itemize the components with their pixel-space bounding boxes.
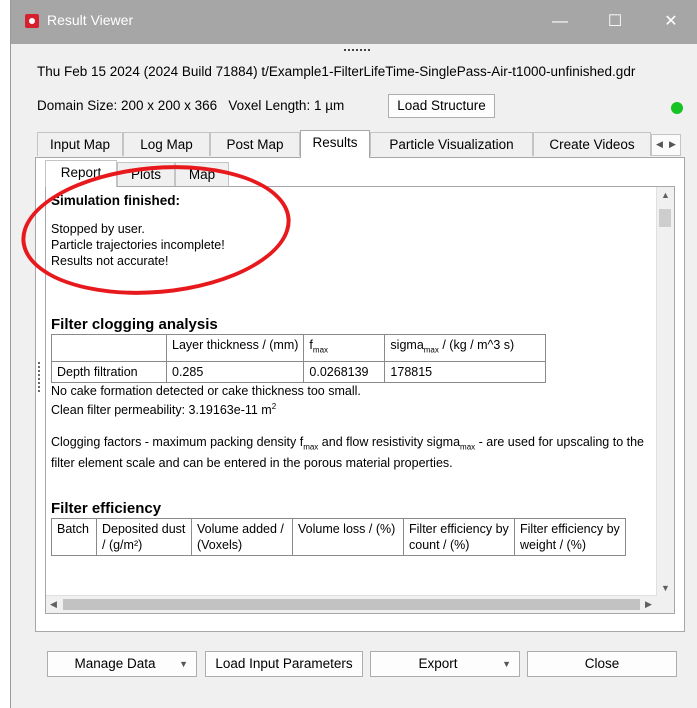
fmax-value: 0.0268139: [303, 360, 386, 383]
efficiency-heading: Filter efficiency: [51, 500, 162, 518]
title-bar: Result Viewer — ☐ ✕: [11, 0, 697, 44]
table-header: Volume added / (Voxels): [191, 518, 293, 557]
horizontal-scroll-thumb[interactable]: [63, 599, 640, 610]
cake-note: No cake formation detected or cake thick…: [51, 383, 361, 398]
table-header-thickness: Layer thickness / (mm): [165, 334, 305, 362]
status-line: Particle trajectories incomplete!: [51, 238, 225, 252]
scroll-right-icon[interactable]: ▶: [645, 599, 652, 610]
subtab-plots[interactable]: Plots: [117, 162, 175, 186]
tab-results[interactable]: Results: [300, 130, 370, 158]
load-structure-button[interactable]: Load Structure: [388, 94, 495, 118]
table-header: Deposited dust / (g/m²): [96, 518, 192, 557]
table-header-sigma: sigmamax / (kg / m^3 s): [384, 334, 547, 362]
domain-size-label: Domain Size: 200 x 200 x 366: [37, 98, 218, 113]
tab-create-videos[interactable]: Create Videos: [533, 132, 651, 156]
report-view[interactable]: Simulation finished: Stopped by user. Pa…: [45, 186, 675, 614]
tab-input-map[interactable]: Input Map: [37, 132, 123, 156]
clogging-factors-note: Clogging factors - maximum packing densi…: [51, 434, 645, 471]
table-header-fmax: fmax: [303, 334, 386, 362]
horizontal-scrollbar[interactable]: ◀ ▶: [46, 595, 657, 613]
scroll-corner: [657, 596, 674, 613]
status-heading: Simulation finished:: [51, 193, 181, 208]
window-title: Result Viewer: [47, 12, 134, 28]
table-header: Batch: [51, 518, 97, 557]
table-header-row: Layer thickness / (mm) fmax sigmamax / (…: [51, 334, 547, 362]
drag-grip[interactable]: [344, 49, 370, 55]
tab-scroll-buttons[interactable]: ◀ ▶: [651, 134, 681, 156]
manage-data-label: Manage Data: [74, 656, 156, 671]
thickness-value: 0.285: [165, 360, 305, 383]
sigma-value: 178815: [384, 360, 547, 383]
table-header: Volume loss / (%): [292, 518, 404, 557]
tab-log-map[interactable]: Log Map: [123, 132, 210, 156]
status-line: Results not accurate!: [51, 254, 169, 268]
chevron-down-icon: ▼: [179, 659, 188, 669]
manage-data-button[interactable]: Manage Data ▼: [47, 651, 197, 677]
tab-scroll-right-icon[interactable]: ▶: [669, 139, 676, 150]
app-icon: [25, 14, 39, 28]
splitter-handle[interactable]: [38, 362, 43, 392]
scroll-left-icon[interactable]: ◀: [50, 599, 57, 610]
close-window-button[interactable]: ✕: [648, 0, 694, 44]
vertical-scroll-thumb[interactable]: [659, 209, 671, 227]
structure-info: Domain Size: 200 x 200 x 366 Voxel Lengt…: [37, 98, 344, 113]
vertical-scrollbar[interactable]: ▲ ▼: [656, 187, 674, 596]
status-line: Stopped by user.: [51, 222, 145, 236]
subtab-report[interactable]: Report: [45, 160, 117, 187]
load-input-parameters-button[interactable]: Load Input Parameters: [205, 651, 363, 677]
clogging-table: Layer thickness / (mm) fmax sigmamax / (…: [51, 334, 547, 383]
table-header-row: Batch Deposited dust / (g/m²) Volume add…: [51, 518, 626, 557]
subtab-map[interactable]: Map: [175, 162, 229, 186]
tab-scroll-left-icon[interactable]: ◀: [656, 139, 663, 150]
close-button[interactable]: Close: [527, 651, 677, 677]
maximize-button[interactable]: ☐: [592, 0, 638, 44]
row-label: Depth filtration: [51, 360, 167, 383]
permeability-note: Clean filter permeability: 3.19163e-11 m…: [51, 401, 277, 417]
export-button[interactable]: Export ▼: [370, 651, 520, 677]
table-header: Filter efficiency by count / (%): [403, 518, 515, 557]
efficiency-table: Batch Deposited dust / (g/m²) Volume add…: [51, 518, 626, 557]
tab-post-map[interactable]: Post Map: [210, 132, 300, 156]
info-line: Thu Feb 15 2024 (2024 Build 71884) t/Exa…: [37, 64, 636, 79]
clogging-heading: Filter clogging analysis: [51, 316, 218, 333]
report-content: Simulation finished: Stopped by user. Pa…: [51, 193, 656, 557]
scroll-down-icon[interactable]: ▼: [661, 583, 670, 593]
status-indicator: [671, 102, 683, 114]
table-cell: [51, 334, 167, 362]
export-label: Export: [418, 656, 458, 671]
minimize-button[interactable]: —: [537, 0, 583, 44]
voxel-length-label: Voxel Length: 1 µm: [228, 98, 345, 113]
result-viewer-window: Result Viewer — ☐ ✕ Thu Feb 15 2024 (202…: [10, 0, 697, 708]
scroll-up-icon[interactable]: ▲: [661, 190, 670, 200]
table-row: Depth filtration 0.285 0.0268139 178815: [51, 360, 547, 383]
tab-particle-visualization[interactable]: Particle Visualization: [370, 132, 533, 156]
chevron-down-icon: ▼: [502, 659, 511, 669]
table-header: Filter efficiency by weight / (%): [514, 518, 626, 557]
